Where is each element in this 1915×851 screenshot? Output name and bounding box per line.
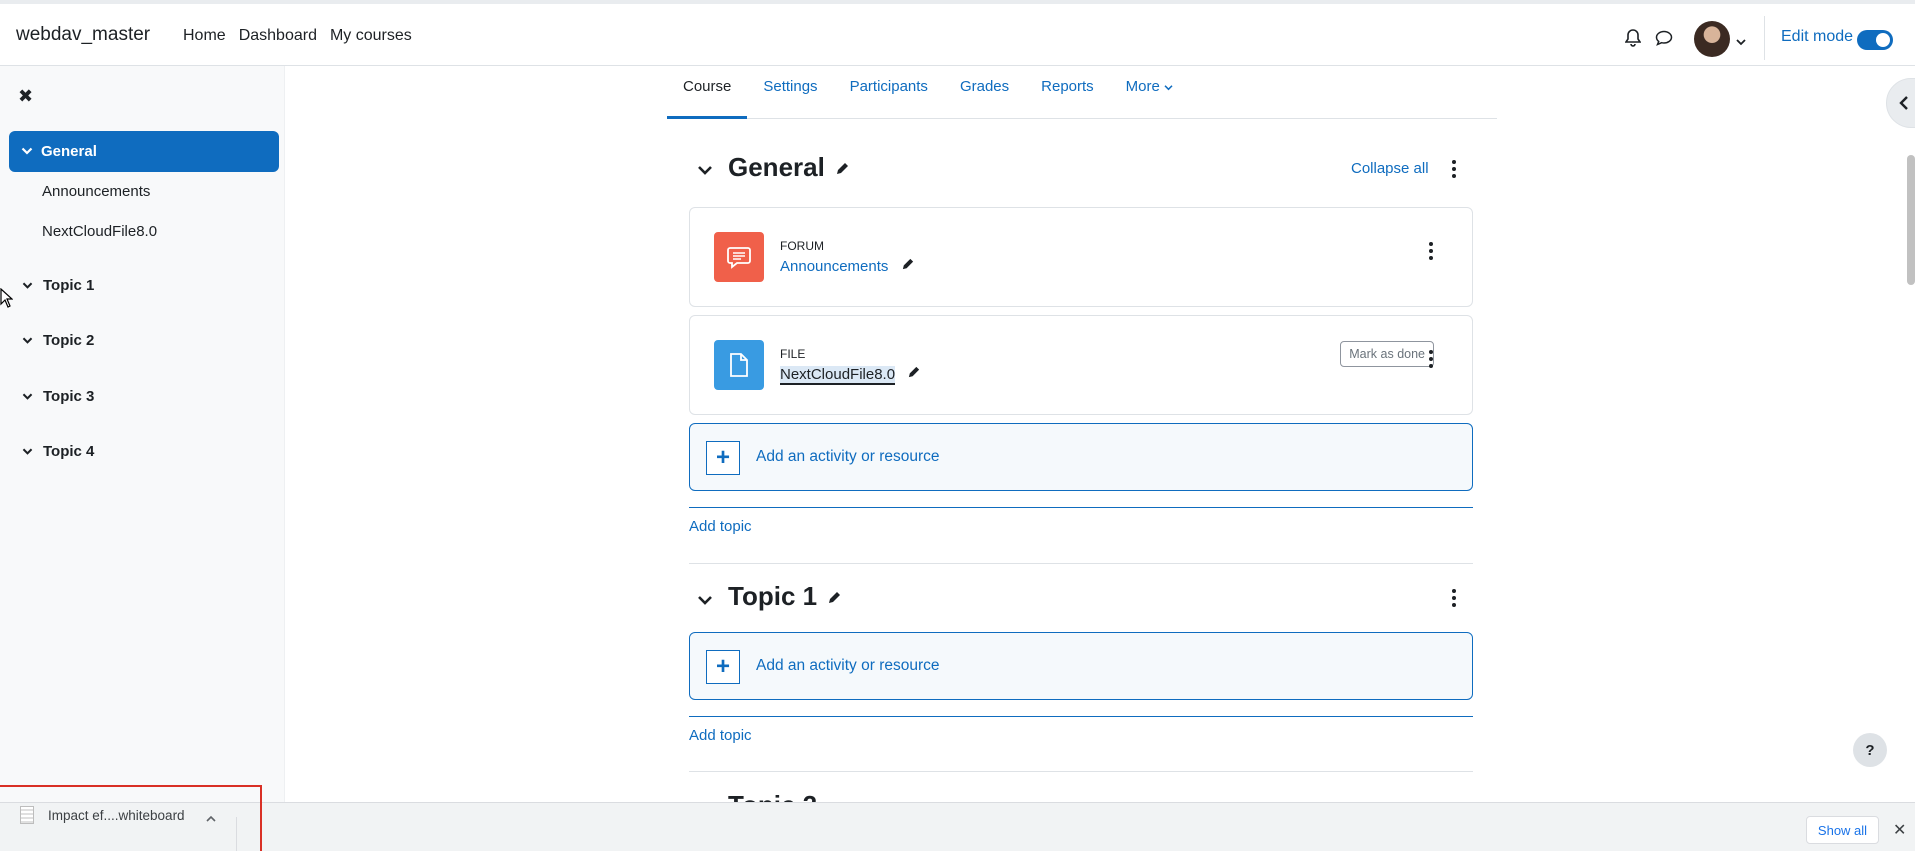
course-index-drawer: ✖ General Announcements NextCloudFile8.0… xyxy=(0,66,285,802)
show-all-downloads-button[interactable]: Show all xyxy=(1806,816,1879,844)
page-scrollbar[interactable] xyxy=(1907,155,1915,285)
tab-more[interactable]: More xyxy=(1110,66,1189,119)
section-divider xyxy=(689,716,1473,717)
chevron-down-icon[interactable] xyxy=(22,443,33,460)
activity-actions-menu-icon[interactable] xyxy=(1428,242,1434,260)
section-label: Topic 3 xyxy=(43,388,95,405)
add-topic-link[interactable]: Add topic xyxy=(689,727,752,744)
file-icon xyxy=(20,806,34,824)
site-name[interactable]: webdav_master xyxy=(16,24,150,46)
course-index-section-topic-2[interactable]: Topic 2 xyxy=(22,332,94,349)
section-actions-menu-icon[interactable] xyxy=(1451,589,1457,607)
mouse-cursor-icon xyxy=(0,287,14,312)
course-index-section-topic-1[interactable]: Topic 1 xyxy=(22,277,94,294)
edit-pencil-icon[interactable] xyxy=(835,152,850,183)
course-index-item-announcements[interactable]: Announcements xyxy=(42,183,150,200)
course-index-section-topic-4[interactable]: Topic 4 xyxy=(22,443,94,460)
add-activity-or-resource-button[interactable]: + Add an activity or resource xyxy=(689,632,1473,700)
activity-link[interactable]: Announcements xyxy=(780,258,888,275)
tab-settings[interactable]: Settings xyxy=(747,66,833,119)
chevron-down-icon[interactable] xyxy=(1736,33,1746,50)
activity-name: NextCloudFile8.0 xyxy=(780,365,921,385)
tab-participants[interactable]: Participants xyxy=(834,66,944,119)
section-label: Topic 4 xyxy=(43,443,95,460)
divider xyxy=(236,817,237,851)
edit-pencil-icon[interactable] xyxy=(827,581,842,612)
section-name: Topic 1 xyxy=(728,581,818,611)
close-drawer-icon[interactable]: ✖ xyxy=(18,86,33,107)
file-icon xyxy=(714,340,764,390)
section-title-general: General xyxy=(728,152,850,183)
edit-pencil-icon[interactable] xyxy=(907,365,921,383)
open-block-drawer-button[interactable] xyxy=(1886,78,1915,128)
activity-type-label: FILE xyxy=(780,347,806,361)
primary-navigation: Home Dashboard My courses xyxy=(183,27,425,45)
forum-icon xyxy=(714,232,764,282)
tab-course[interactable]: Course xyxy=(667,66,748,119)
course-index-section-general[interactable]: General xyxy=(9,131,279,172)
close-icon[interactable]: ✕ xyxy=(1893,820,1906,840)
chevron-down-icon xyxy=(1164,78,1173,95)
activity-link[interactable]: NextCloudFile8.0 xyxy=(780,366,896,385)
help-question-icon[interactable]: ? xyxy=(1853,733,1887,767)
course-index-section-topic-3[interactable]: Topic 3 xyxy=(22,388,94,405)
course-index-item-nextcloudfile[interactable]: NextCloudFile8.0 xyxy=(42,223,157,240)
nav-dashboard[interactable]: Dashboard xyxy=(239,27,317,45)
activity-type-label: FORUM xyxy=(780,239,824,253)
nav-home[interactable]: Home xyxy=(183,27,226,45)
section-label: General xyxy=(41,143,97,160)
add-activity-label: Add an activity or resource xyxy=(756,657,940,674)
add-activity-label: Add an activity or resource xyxy=(756,448,940,465)
tab-more-label: More xyxy=(1125,78,1160,95)
activity-file-nextcloudfile: FILE NextCloudFile8.0 Mark as done xyxy=(689,315,1473,415)
browser-download-bar: Impact ef....whiteboard Show all ✕ xyxy=(0,785,1915,851)
chevron-up-icon[interactable] xyxy=(206,809,216,826)
messages-chat-icon[interactable] xyxy=(1654,28,1674,48)
add-activity-or-resource-button[interactable]: + Add an activity or resource xyxy=(689,423,1473,491)
activity-forum-announcements: FORUM Announcements xyxy=(689,207,1473,307)
chevron-down-icon[interactable] xyxy=(22,332,33,349)
tab-grades[interactable]: Grades xyxy=(944,66,1025,119)
edit-mode-toggle[interactable] xyxy=(1857,30,1893,50)
mark-as-done-button[interactable]: Mark as done xyxy=(1340,341,1434,367)
chevron-down-icon[interactable] xyxy=(22,388,33,405)
notifications-bell-icon[interactable] xyxy=(1623,28,1643,48)
chevron-down-icon[interactable] xyxy=(21,143,33,160)
section-title-topic-1: Topic 1 xyxy=(728,581,842,612)
edit-mode-label[interactable]: Edit mode xyxy=(1781,28,1853,46)
collapse-all-link[interactable]: Collapse all xyxy=(1351,160,1429,177)
section-label: Topic 1 xyxy=(43,277,95,294)
edit-pencil-icon[interactable] xyxy=(901,257,915,275)
plus-icon: + xyxy=(706,650,740,684)
user-avatar[interactable] xyxy=(1694,21,1730,57)
course-secondary-navigation: Course Settings Participants Grades Repo… xyxy=(667,66,1497,119)
top-navbar: webdav_master Home Dashboard My courses … xyxy=(0,0,1915,66)
collapse-section-chevron-icon[interactable] xyxy=(697,163,713,180)
add-topic-link[interactable]: Add topic xyxy=(689,518,752,535)
section-divider xyxy=(689,771,1473,772)
nav-my-courses[interactable]: My courses xyxy=(330,27,412,45)
activity-actions-menu-icon[interactable] xyxy=(1428,350,1434,368)
section-label: Topic 2 xyxy=(43,332,95,349)
tab-reports[interactable]: Reports xyxy=(1025,66,1110,119)
activity-name: Announcements xyxy=(780,257,915,275)
plus-icon: + xyxy=(706,441,740,475)
download-file-name: Impact ef....whiteboard xyxy=(48,808,185,823)
section-actions-menu-icon[interactable] xyxy=(1451,160,1457,178)
chevron-down-icon[interactable] xyxy=(22,277,33,294)
section-name: General xyxy=(728,152,825,182)
divider xyxy=(1764,16,1765,60)
collapse-section-chevron-icon[interactable] xyxy=(697,593,713,610)
download-item[interactable]: Impact ef....whiteboard xyxy=(0,785,262,851)
section-divider xyxy=(689,507,1473,508)
section-divider xyxy=(689,563,1473,564)
